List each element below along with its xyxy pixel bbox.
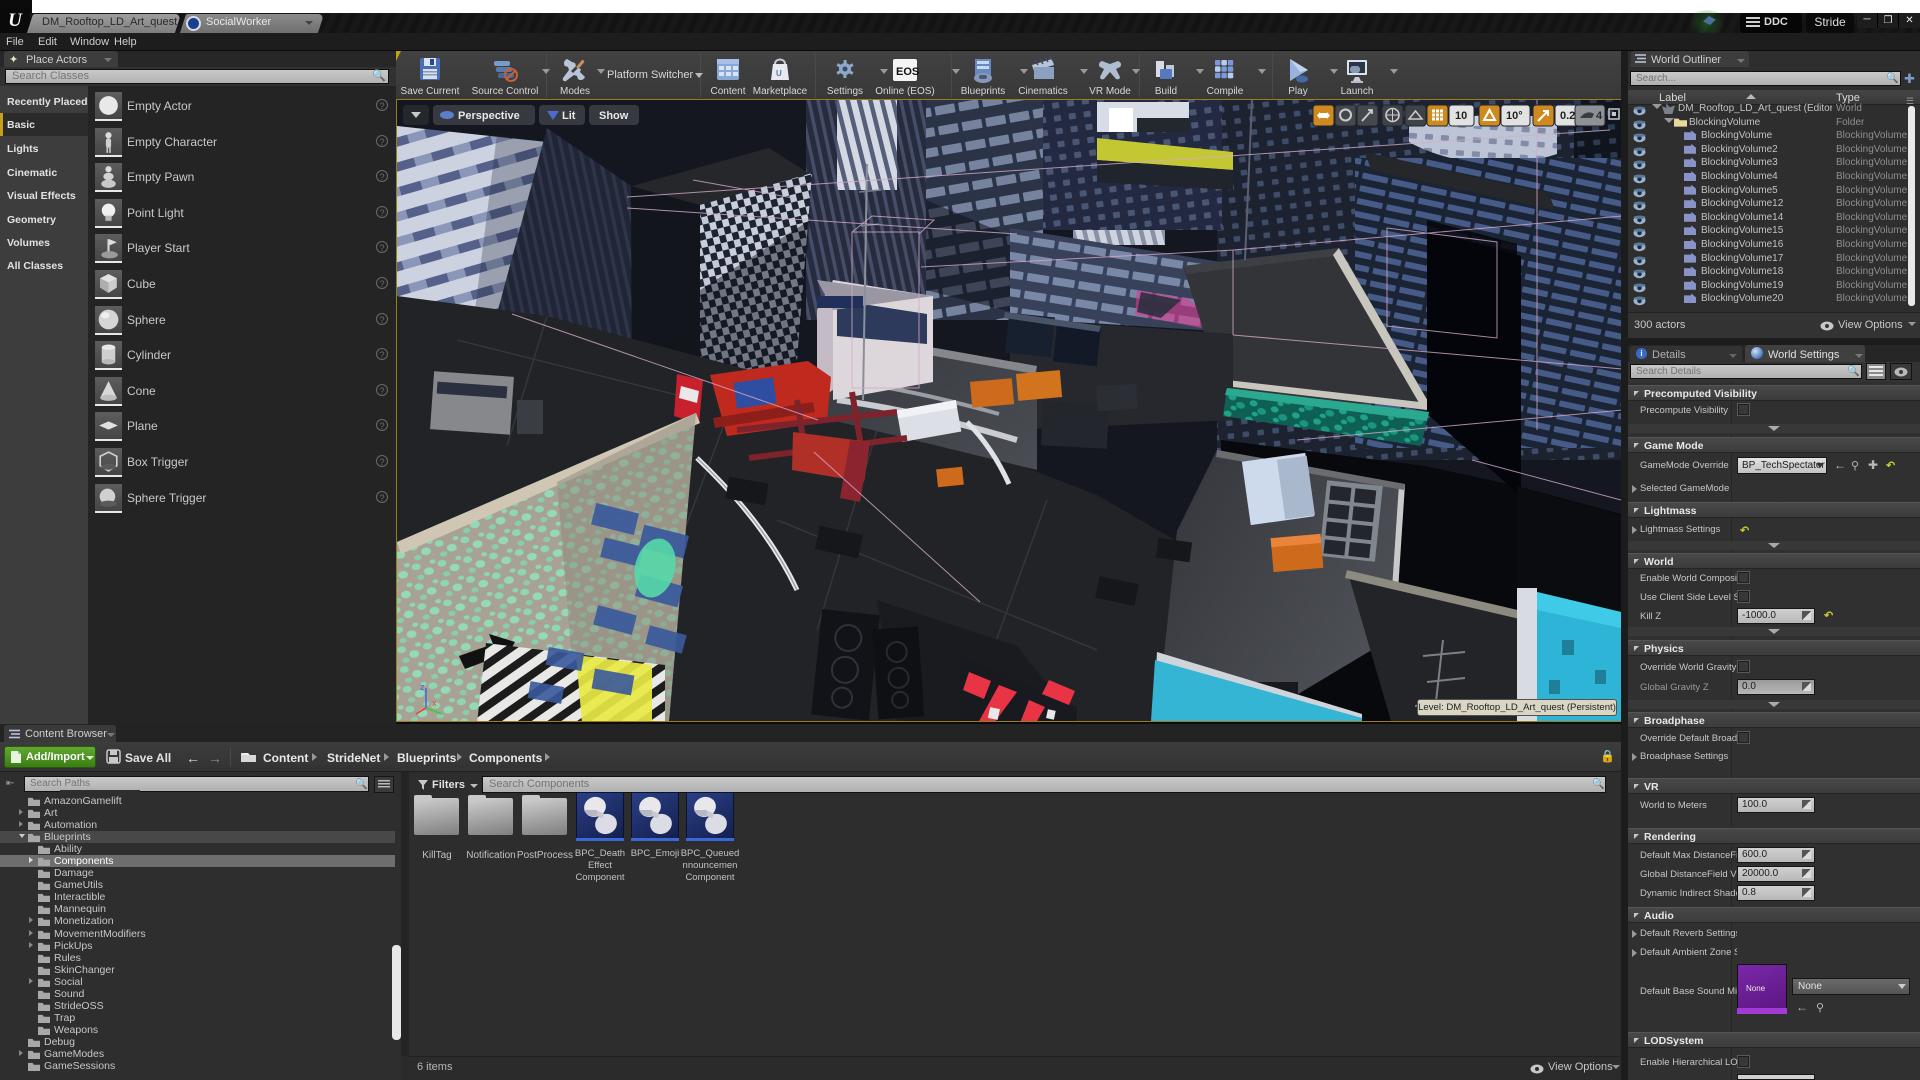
- svg-text:x: x: [432, 698, 437, 708]
- svg-text:10: 10: [1455, 110, 1467, 122]
- svg-text:z: z: [420, 682, 425, 692]
- svg-text:Show: Show: [599, 110, 629, 122]
- svg-text:Perspective: Perspective: [458, 110, 520, 122]
- svg-text:EOS: EOS: [896, 66, 919, 78]
- svg-text:Lit: Lit: [562, 110, 576, 122]
- svg-text:10°: 10°: [1506, 110, 1523, 122]
- svg-text:U: U: [776, 69, 782, 78]
- svg-text:4: 4: [1596, 110, 1603, 122]
